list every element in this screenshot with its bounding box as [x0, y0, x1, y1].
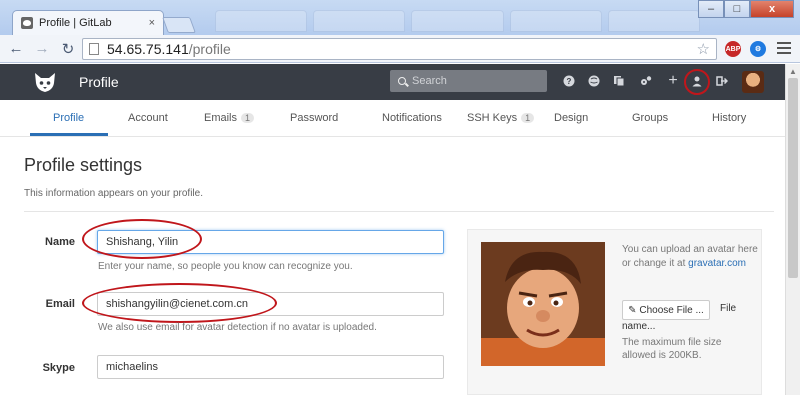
email-field[interactable]	[97, 292, 444, 316]
browser-titlebar: Profile | GitLab × – □ x	[0, 0, 800, 35]
avatar-image	[481, 242, 605, 366]
tab-design[interactable]: Design	[554, 112, 588, 124]
plus-icon[interactable]: +	[666, 72, 680, 89]
svg-text:?: ?	[567, 77, 572, 86]
skype-field[interactable]	[97, 355, 444, 379]
skype-label: Skype	[42, 362, 75, 374]
paperclip-icon: ✎	[628, 304, 640, 316]
minimize-button[interactable]: –	[698, 0, 724, 18]
bookmark-star-icon[interactable]: ☆	[697, 40, 710, 58]
file-name-text: name...	[622, 321, 656, 332]
email-label: Email	[45, 298, 75, 310]
annotation-circle	[684, 69, 710, 95]
background-tab[interactable]	[509, 10, 602, 32]
background-tab[interactable]	[607, 10, 701, 32]
tab-emails[interactable]: Emails 1	[204, 112, 255, 124]
tab-password[interactable]: Password	[290, 112, 338, 124]
maximize-button[interactable]: □	[724, 0, 750, 18]
user-avatar[interactable]	[742, 71, 764, 93]
page-title: Profile	[79, 74, 119, 90]
browser-toolbar: ← → ↻ 54.65.75.141/profile ☆ ABP ⚙	[0, 35, 800, 63]
background-tabs	[215, 10, 701, 32]
choose-file-label: Choose File ...	[639, 304, 704, 316]
background-tab[interactable]	[215, 10, 308, 32]
tab-history[interactable]: History	[712, 112, 746, 124]
emails-count-badge: 1	[241, 113, 255, 123]
name-field[interactable]	[97, 230, 444, 254]
tab-notifications[interactable]: Notifications	[382, 112, 442, 124]
gitlab-favicon-icon	[21, 17, 33, 29]
search-input[interactable]: Search	[390, 70, 547, 92]
adblock-plus-icon[interactable]: ABP	[725, 41, 741, 57]
close-window-button[interactable]: x	[750, 0, 794, 18]
avatar-panel: You can upload an avatar here or change …	[467, 229, 762, 395]
tab-profile[interactable]: Profile	[53, 112, 84, 124]
url-host: 54.65.75.141	[107, 41, 189, 57]
page-subheading: This information appears on your profile…	[24, 188, 203, 199]
tab-close-icon[interactable]: ×	[149, 17, 155, 29]
divider	[24, 211, 774, 212]
active-tab-indicator	[30, 133, 108, 136]
cogs-icon[interactable]	[639, 74, 653, 88]
avatar-upload-line: You can upload an avatar here	[622, 244, 758, 255]
profile-subnav: Profile Account Emails 1 Password Notific…	[0, 100, 785, 137]
avatar-upload-text: You can upload an avatar here or change …	[622, 243, 762, 271]
copy-icon[interactable]	[612, 74, 626, 88]
avatar-change-line: or change it at gravatar.com	[622, 257, 762, 271]
reload-icon[interactable]: ↻	[58, 39, 78, 59]
help-icon[interactable]: ?	[562, 74, 576, 88]
extension-gear-icon[interactable]: ⚙	[750, 41, 766, 57]
tab-ssh-keys[interactable]: SSH Keys 1	[467, 112, 535, 124]
search-icon	[398, 77, 406, 85]
page-icon	[89, 43, 99, 55]
name-help-text: Enter your name, so people you know can …	[98, 261, 353, 272]
page-scrollbar[interactable]: ▲	[785, 64, 800, 395]
tab-groups[interactable]: Groups	[632, 112, 668, 124]
avatar-change-prefix: or change it at	[622, 258, 689, 269]
gitlab-header: Profile Search ? +	[0, 64, 785, 100]
new-tab-button[interactable]	[162, 17, 196, 33]
gitlab-logo-icon[interactable]	[33, 71, 57, 93]
sign-out-icon[interactable]	[715, 74, 729, 88]
tab-title: Profile | GitLab	[39, 17, 112, 29]
name-label: Name	[45, 236, 75, 248]
back-arrow-icon[interactable]: ←	[6, 39, 26, 59]
url-path: /profile	[188, 41, 231, 57]
browser-tab-active[interactable]: Profile | GitLab ×	[12, 10, 164, 35]
scroll-thumb[interactable]	[788, 78, 798, 278]
search-placeholder: Search	[412, 75, 447, 87]
tab-account[interactable]: Account	[128, 112, 168, 124]
ssh-keys-count-badge: 1	[521, 113, 535, 123]
background-tab[interactable]	[313, 10, 406, 32]
email-help-text: We also use email for avatar detection i…	[98, 322, 377, 333]
avatar-max-size-note: The maximum file size allowed is 200KB.	[622, 337, 722, 361]
address-bar[interactable]: 54.65.75.141/profile ☆	[82, 38, 717, 60]
window-controls: – □ x	[698, 0, 794, 18]
gravatar-link[interactable]: gravatar.com	[688, 258, 746, 269]
page-heading: Profile settings	[24, 155, 143, 175]
background-tab[interactable]	[411, 10, 504, 32]
scroll-up-arrow-icon[interactable]: ▲	[789, 67, 797, 76]
choose-file-button[interactable]: ✎ Choose File ...	[622, 300, 710, 320]
forward-arrow-icon[interactable]: →	[32, 39, 52, 59]
file-label: File	[720, 303, 737, 314]
globe-icon[interactable]	[587, 74, 601, 88]
browser-menu-icon[interactable]	[777, 42, 791, 57]
